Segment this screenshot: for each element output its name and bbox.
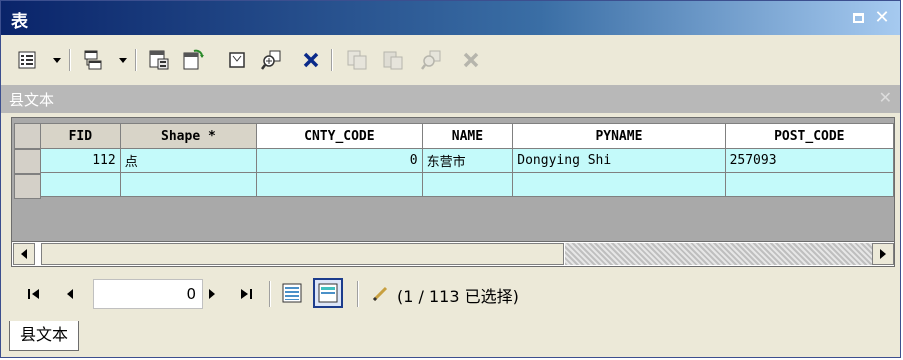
horizontal-scrollbar[interactable] bbox=[11, 241, 895, 267]
title-bar: 表 ✕ bbox=[1, 1, 900, 35]
delete-disabled-icon bbox=[463, 52, 479, 68]
cell-empty[interactable] bbox=[40, 172, 121, 197]
previous-record-icon bbox=[67, 289, 73, 299]
zoom-disabled-icon bbox=[421, 50, 441, 70]
tab-county-text[interactable]: 县文本 bbox=[9, 321, 80, 351]
new-row-selector[interactable] bbox=[14, 174, 41, 199]
close-icon: ✕ bbox=[874, 7, 890, 28]
selected-records-icon bbox=[318, 283, 338, 303]
cell-pyname[interactable]: Dongying Shi bbox=[512, 148, 726, 173]
select-by-attributes-button[interactable] bbox=[147, 48, 171, 72]
cell-empty[interactable] bbox=[119, 172, 258, 197]
navigator-separator bbox=[269, 281, 271, 307]
show-selected-records-button[interactable] bbox=[313, 278, 343, 308]
column-header-cnty-code[interactable]: CNTY_CODE bbox=[256, 123, 423, 149]
cell-post-code[interactable]: 257093 bbox=[724, 148, 894, 173]
triangle-left-icon bbox=[21, 249, 27, 259]
table-window: 表 ✕ 县文本 ✕ FID Shape * CNTY_CODE NAME PYN… bbox=[0, 0, 901, 358]
first-record-button[interactable] bbox=[25, 285, 43, 303]
paste-button[interactable] bbox=[381, 48, 405, 72]
cell-cnty-code[interactable]: 0 bbox=[256, 148, 423, 173]
cell-empty[interactable] bbox=[421, 172, 514, 197]
cell-name[interactable]: 东营市 bbox=[421, 148, 514, 173]
grid-close-icon[interactable]: ✕ bbox=[879, 88, 892, 107]
pencil-icon bbox=[372, 286, 388, 302]
clear-selection-icon bbox=[229, 52, 245, 68]
switch-selection-icon bbox=[183, 49, 204, 70]
toolbar-separator bbox=[331, 49, 333, 71]
zoom-to-selected-button[interactable] bbox=[259, 48, 283, 72]
header-row: FID Shape * CNTY_CODE NAME PYNAME POST_C… bbox=[40, 123, 894, 149]
first-record-icon bbox=[28, 289, 39, 299]
cell-shape[interactable]: 点 bbox=[119, 148, 258, 173]
paste-icon bbox=[383, 51, 403, 70]
scrollbar-thumb[interactable] bbox=[41, 243, 564, 265]
scroll-left-button[interactable] bbox=[13, 243, 35, 265]
toolbar-separator bbox=[69, 49, 71, 71]
previous-record-button[interactable] bbox=[61, 285, 79, 303]
new-record-row[interactable] bbox=[40, 172, 894, 197]
related-tables-button[interactable] bbox=[81, 48, 105, 72]
row-selector[interactable] bbox=[14, 149, 41, 174]
clear-selection-button[interactable] bbox=[225, 48, 249, 72]
window-title: 表 bbox=[11, 12, 28, 32]
delete-selected-button[interactable] bbox=[299, 48, 323, 72]
record-number-input[interactable]: 0 bbox=[93, 279, 203, 309]
grid-title: 县文本 bbox=[9, 91, 55, 109]
next-record-icon bbox=[209, 289, 215, 299]
maximize-icon bbox=[852, 13, 864, 23]
table-tabs: 县文本 bbox=[1, 317, 900, 357]
copy-selected-button[interactable] bbox=[345, 48, 369, 72]
table-options-button[interactable] bbox=[15, 48, 39, 72]
all-records-icon bbox=[282, 283, 302, 303]
cell-empty[interactable] bbox=[724, 172, 894, 197]
column-header-fid[interactable]: FID bbox=[40, 123, 121, 149]
table-row[interactable]: 112 点 0 东营市 Dongying Shi 257093 bbox=[40, 148, 894, 173]
toolbar-separator bbox=[135, 49, 137, 71]
cell-empty[interactable] bbox=[512, 172, 726, 197]
next-record-button[interactable] bbox=[203, 285, 221, 303]
select-by-attributes-icon bbox=[149, 50, 169, 70]
related-tables-dropdown-icon[interactable] bbox=[119, 58, 127, 63]
last-record-icon bbox=[241, 289, 252, 299]
related-tables-icon bbox=[84, 50, 102, 70]
attribute-table: FID Shape * CNTY_CODE NAME PYNAME POST_C… bbox=[40, 123, 894, 197]
table-options-dropdown-icon[interactable] bbox=[53, 58, 61, 63]
table-toolbar bbox=[1, 35, 900, 85]
column-header-post-code[interactable]: POST_CODE bbox=[724, 123, 894, 149]
zoom-disabled-button[interactable] bbox=[419, 48, 443, 72]
copy-selected-icon bbox=[347, 50, 367, 70]
close-button[interactable]: ✕ bbox=[872, 8, 892, 28]
cell-empty[interactable] bbox=[256, 172, 423, 197]
switch-selection-button[interactable] bbox=[181, 48, 205, 72]
zoom-to-selected-icon bbox=[261, 50, 281, 70]
column-header-name[interactable]: NAME bbox=[421, 123, 514, 149]
scroll-right-button[interactable] bbox=[872, 243, 894, 265]
table-options-icon bbox=[18, 51, 36, 69]
column-header-shape[interactable]: Shape * bbox=[119, 123, 258, 149]
scrollbar-track[interactable] bbox=[565, 243, 872, 265]
navigator-separator bbox=[357, 281, 359, 307]
selection-count: (1 / 113 已选择) bbox=[397, 287, 519, 306]
cell-fid[interactable]: 112 bbox=[40, 148, 121, 173]
show-all-records-button[interactable] bbox=[277, 278, 307, 308]
grid-title-bar: 县文本 ✕ bbox=[1, 85, 900, 113]
delete-selected-icon bbox=[303, 52, 319, 68]
header-row-selector[interactable] bbox=[14, 123, 41, 149]
last-record-button[interactable] bbox=[237, 285, 255, 303]
delete-disabled-button[interactable] bbox=[459, 48, 483, 72]
maximize-button[interactable] bbox=[848, 8, 868, 28]
triangle-right-icon bbox=[880, 249, 886, 259]
record-navigator: 0 (1 / 113 已选择) bbox=[11, 271, 895, 317]
column-header-pyname[interactable]: PYNAME bbox=[512, 123, 726, 149]
